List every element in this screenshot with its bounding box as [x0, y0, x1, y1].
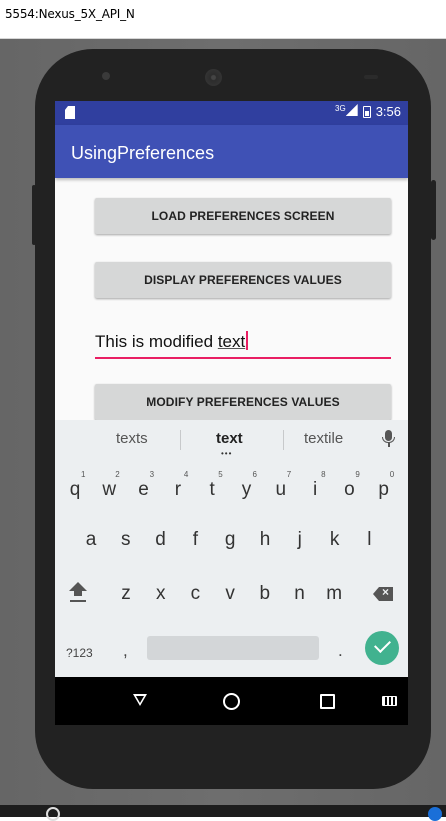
key-number-hint: 6	[252, 470, 257, 479]
key-u[interactable]: u	[266, 479, 296, 501]
key-d[interactable]: d	[146, 529, 176, 551]
key-y[interactable]: y	[232, 479, 262, 501]
suggestion-divider	[283, 430, 284, 450]
display-preferences-button[interactable]: DISPLAY PREFERENCES VALUES	[95, 262, 391, 298]
start-icon[interactable]	[46, 807, 60, 821]
key-number-hint: 4	[183, 470, 189, 479]
suggestion-item[interactable]: text	[216, 430, 243, 447]
key-number-hint: 0	[389, 470, 395, 479]
battery-icon	[362, 105, 371, 118]
volume-button	[32, 185, 36, 245]
key-m[interactable]: m	[319, 583, 349, 605]
sensor	[364, 75, 378, 79]
key-e[interactable]: e	[129, 479, 159, 501]
key-number-hint: 2	[115, 470, 120, 479]
key-o[interactable]: o	[334, 479, 364, 501]
modify-preferences-button[interactable]: MODIFY PREFERENCES VALUES	[95, 384, 391, 420]
emulator-title-bar: 5554:Nexus_5X_API_N	[0, 0, 446, 39]
navigation-bar	[55, 677, 408, 725]
comma-key[interactable]: ,	[123, 641, 128, 661]
suggestion-item[interactable]: texts	[116, 430, 148, 447]
back-icon[interactable]	[133, 694, 147, 706]
key-x[interactable]: x	[146, 583, 176, 605]
space-key[interactable]	[147, 636, 319, 660]
key-p[interactable]: p	[369, 479, 399, 501]
status-bar: 3G 3:56	[55, 101, 408, 125]
key-number-hint: 8	[321, 470, 326, 479]
app-icon[interactable]	[428, 807, 442, 821]
text-cursor	[246, 331, 248, 350]
app-title: UsingPreferences	[71, 143, 215, 163]
key-r[interactable]: r	[163, 479, 193, 501]
keyboard-icon[interactable]	[382, 696, 397, 706]
symbols-key[interactable]: ?123	[66, 646, 93, 660]
status-icons: 3G 3:56	[335, 104, 401, 119]
key-t[interactable]: t	[197, 479, 227, 501]
speaker-grille	[205, 69, 222, 86]
key-w[interactable]: w	[94, 479, 124, 501]
key-number-hint: 9	[355, 470, 360, 479]
key-l[interactable]: l	[354, 529, 384, 551]
sd-card-icon	[65, 106, 75, 119]
phone-screen: 3G 3:56 UsingPreferences LOAD PREFERENCE…	[55, 101, 408, 725]
key-number-hint: 1	[81, 470, 86, 479]
signal-icon	[345, 104, 358, 116]
text-input[interactable]: This is modified text	[95, 327, 391, 359]
mic-icon[interactable]	[382, 430, 395, 447]
more-suggestions-icon[interactable]: •••	[221, 449, 232, 458]
key-f[interactable]: f	[180, 529, 210, 551]
key-g[interactable]: g	[215, 529, 245, 551]
key-j[interactable]: j	[285, 529, 315, 551]
recents-icon[interactable]	[320, 694, 335, 709]
suggestion-item[interactable]: textile	[304, 430, 343, 447]
app-bar: UsingPreferences	[55, 125, 408, 178]
host-taskbar	[0, 805, 446, 821]
key-s[interactable]: s	[111, 529, 141, 551]
key-i[interactable]: i	[300, 479, 330, 501]
emulator-title: 5554:Nexus_5X_API_N	[5, 7, 135, 21]
key-k[interactable]: k	[320, 529, 350, 551]
key-a[interactable]: a	[76, 529, 106, 551]
key-b[interactable]: b	[250, 583, 280, 605]
key-number-hint: 3	[149, 470, 155, 479]
shift-icon[interactable]	[69, 582, 87, 602]
checkmark-icon[interactable]	[365, 631, 399, 665]
key-number-hint: 5	[218, 470, 223, 479]
load-preferences-button[interactable]: LOAD PREFERENCES SCREEN	[95, 198, 391, 234]
backspace-icon[interactable]: ×	[373, 587, 393, 601]
suggestion-divider	[180, 430, 181, 450]
key-c[interactable]: c	[180, 583, 210, 605]
soft-keyboard: texts text ••• textile q1w2e3r4t5y6u7i8o…	[55, 420, 408, 677]
camera-icon	[102, 72, 110, 80]
status-time: 3:56	[375, 104, 401, 119]
key-z[interactable]: z	[111, 583, 141, 605]
key-q[interactable]: q	[60, 479, 90, 501]
network-type: 3G	[335, 104, 346, 113]
suggestion-strip: texts text ••• textile	[55, 420, 408, 458]
power-button	[431, 180, 436, 240]
key-h[interactable]: h	[250, 529, 280, 551]
key-number-hint: 7	[286, 470, 292, 479]
period-key[interactable]: .	[338, 641, 343, 661]
key-n[interactable]: n	[285, 583, 315, 605]
home-icon[interactable]	[223, 693, 240, 710]
text-input-value: This is modified text	[95, 331, 248, 352]
key-v[interactable]: v	[215, 583, 245, 605]
